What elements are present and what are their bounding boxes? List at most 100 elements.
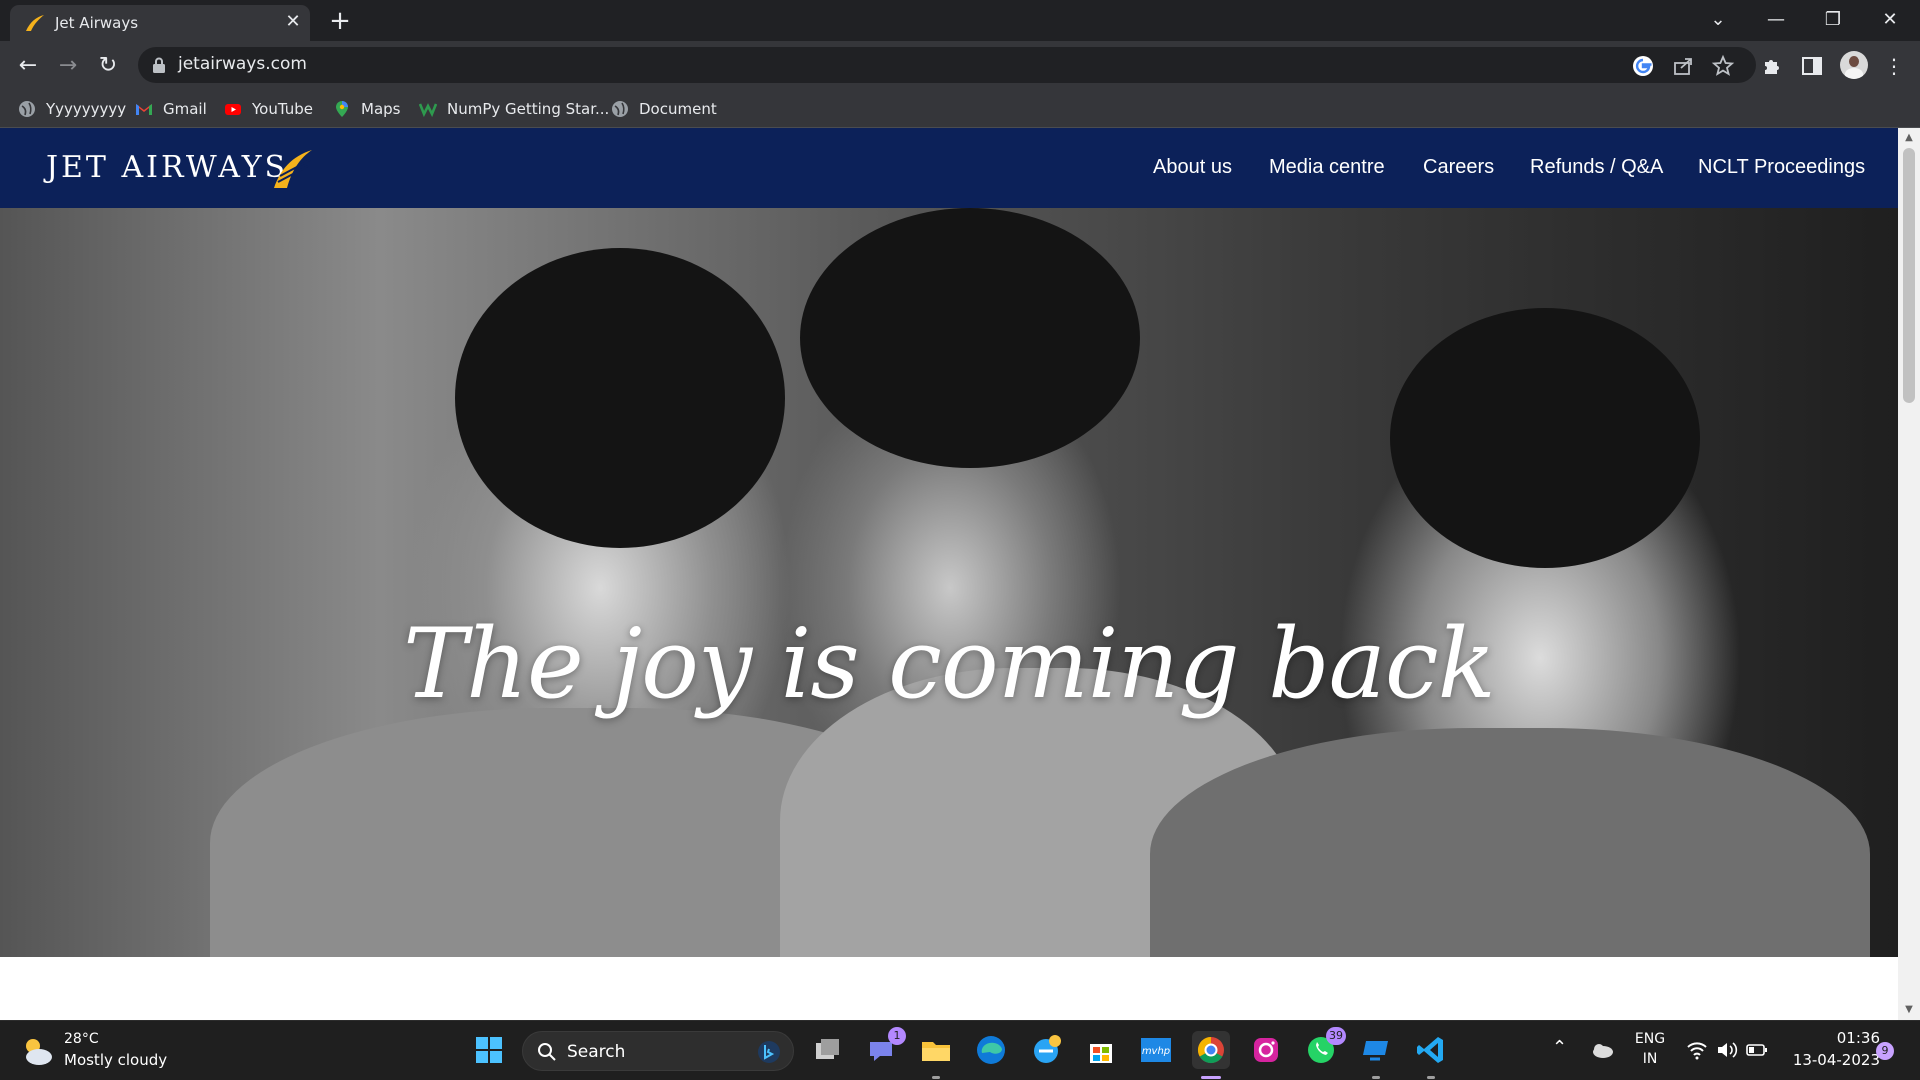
minimize-button[interactable]: — — [1756, 6, 1796, 34]
site-header: JET AIRWAYS About us Media centre Career… — [0, 128, 1898, 208]
onedrive-cloud-icon[interactable] — [1590, 1041, 1614, 1059]
chrome-active-indicator — [1201, 1076, 1221, 1079]
side-panel-icon[interactable] — [1800, 54, 1824, 78]
google-lens-icon[interactable] — [1631, 54, 1655, 78]
jet-airways-logo-text[interactable]: JET AIRWAYS — [46, 150, 288, 185]
battery-icon[interactable] — [1746, 1042, 1768, 1058]
windows-start-icon[interactable] — [470, 1031, 508, 1069]
back-arrow-icon[interactable]: ← — [14, 52, 42, 80]
hero-figure-right-body — [1150, 728, 1870, 957]
share-icon[interactable] — [1671, 54, 1695, 78]
bookmark-star-icon[interactable] — [1711, 54, 1735, 78]
hero-figure-right-hair — [1390, 308, 1700, 568]
edge-browser-icon[interactable] — [972, 1031, 1010, 1069]
chrome-icon — [1197, 1036, 1224, 1064]
microsoft-store-icon[interactable] — [1082, 1031, 1120, 1069]
bookmark-yyyyyyyyy[interactable]: Yyyyyyyyy — [18, 96, 126, 122]
jet-airways-favicon-icon — [26, 15, 44, 31]
mysql-app-icon[interactable]: mvhp — [1137, 1031, 1175, 1069]
bookmark-numpy[interactable]: NumPy Getting Star... — [419, 96, 609, 122]
restore-button[interactable]: ❐ — [1813, 6, 1853, 34]
jet-airways-logo-icon[interactable] — [270, 146, 314, 190]
weather-temperature: 28°C — [64, 1031, 99, 1047]
teams-notification-badge: 1 — [888, 1027, 906, 1045]
nav-about-us[interactable]: About us — [1153, 156, 1232, 179]
tab-title: Jet Airways — [55, 14, 139, 32]
weather-description: Mostly cloudy — [64, 1051, 168, 1069]
profile-avatar[interactable] — [1840, 51, 1868, 79]
windows-taskbar: 28°C Mostly cloudy Search 1 mvhp 39 ⌃ EN… — [0, 1020, 1920, 1080]
hero-tagline: The joy is coming back — [403, 608, 1496, 720]
wifi-icon[interactable] — [1686, 1040, 1708, 1060]
close-window-button[interactable]: ✕ — [1870, 6, 1910, 34]
clock-date: 13-04-2023 — [1792, 1051, 1880, 1069]
scrollbar-thumb[interactable] — [1903, 148, 1915, 403]
search-label: Search — [567, 1042, 626, 1062]
bookmark-label: YouTube — [252, 100, 313, 118]
bookmark-youtube[interactable]: YouTube — [224, 96, 313, 122]
language-line-2: IN — [1642, 1051, 1658, 1067]
teams-chat-app[interactable]: 1 — [862, 1027, 906, 1069]
address-bar[interactable]: jetairways.com — [138, 47, 1756, 83]
explorer-running-indicator — [932, 1076, 940, 1079]
notification-count-badge[interactable]: 9 — [1876, 1042, 1894, 1060]
close-tab-icon[interactable]: ✕ — [282, 11, 304, 33]
bookmark-document[interactable]: Document — [611, 96, 717, 122]
bookmarks-bar: Yyyyyyyyy Gmail YouTube Maps NumPy Getti… — [0, 90, 1920, 128]
gmail-icon — [136, 104, 152, 115]
bookmark-maps[interactable]: Maps — [333, 96, 400, 122]
internet-explorer-icon[interactable] — [1027, 1031, 1065, 1069]
vscode-icon[interactable] — [1412, 1031, 1450, 1069]
bookmark-gmail[interactable]: Gmail — [135, 96, 207, 122]
reload-icon[interactable]: ↻ — [94, 52, 122, 80]
language-indicator[interactable]: ENG IN — [1630, 1031, 1670, 1071]
search-icon — [538, 1043, 556, 1061]
clock[interactable]: 01:36 13-04-2023 — [1780, 1029, 1880, 1073]
show-hidden-icons-chevron-icon[interactable]: ⌃ — [1552, 1037, 1567, 1058]
remote-desktop-icon[interactable] — [1357, 1031, 1395, 1069]
nav-nclt-proceedings[interactable]: NCLT Proceedings — [1698, 156, 1865, 179]
hero-figure-left-hair — [455, 248, 785, 548]
page-scrollbar[interactable]: ▲ ▼ — [1898, 128, 1920, 1020]
bookmark-label: Maps — [361, 100, 401, 118]
nav-media-centre[interactable]: Media centre — [1269, 156, 1385, 179]
nav-careers[interactable]: Careers — [1423, 156, 1494, 179]
task-view-icon[interactable] — [808, 1031, 846, 1069]
new-tab-button[interactable]: + — [325, 7, 355, 37]
globe-icon — [612, 101, 628, 117]
chrome-app[interactable] — [1192, 1031, 1230, 1069]
extensions-puzzle-icon[interactable] — [1760, 54, 1784, 78]
browser-tab[interactable]: Jet Airways ✕ — [10, 5, 310, 41]
instagram-icon[interactable] — [1247, 1031, 1285, 1069]
volume-icon[interactable] — [1716, 1040, 1738, 1060]
bing-chat-icon[interactable] — [757, 1040, 781, 1064]
svg-text:mvhp: mvhp — [1142, 1046, 1170, 1057]
taskbar-search-box[interactable]: Search — [522, 1031, 794, 1071]
scroll-up-arrow-icon[interactable]: ▲ — [1898, 130, 1920, 146]
browser-toolbar: ← → ↻ jetairways.com ⋮ — [0, 41, 1920, 90]
lock-icon — [153, 57, 165, 73]
numpy-icon — [419, 103, 437, 118]
tab-search-chevron-icon[interactable]: ⌄ — [1698, 6, 1738, 34]
scroll-down-arrow-icon[interactable]: ▼ — [1898, 1002, 1920, 1018]
file-explorer-icon[interactable] — [917, 1031, 955, 1069]
bookmark-label: Gmail — [163, 100, 207, 118]
vscode-running-indicator — [1427, 1076, 1435, 1079]
hero-banner: The joy is coming back — [0, 208, 1898, 957]
whatsapp-app[interactable]: 39 — [1302, 1027, 1346, 1069]
youtube-icon — [225, 104, 241, 115]
url-text: jetairways.com — [178, 54, 307, 74]
mostly-cloudy-icon — [26, 1039, 52, 1065]
clock-time: 01:36 — [1836, 1029, 1880, 1047]
globe-icon — [19, 101, 35, 117]
forward-arrow-icon[interactable]: → — [54, 52, 82, 80]
tab-strip: Jet Airways ✕ + ⌄ — ❐ ✕ — [0, 0, 1920, 41]
whatsapp-notification-badge: 39 — [1326, 1027, 1346, 1045]
language-line-1: ENG — [1634, 1031, 1666, 1047]
web-page: JET AIRWAYS About us Media centre Career… — [0, 128, 1898, 1020]
browser-menu-icon[interactable]: ⋮ — [1880, 52, 1908, 80]
nav-refunds-qa[interactable]: Refunds / Q&A — [1530, 156, 1663, 179]
hero-figure-middle-hair — [800, 208, 1140, 468]
bookmark-label: NumPy Getting Star... — [447, 100, 610, 118]
maps-icon — [336, 101, 348, 117]
